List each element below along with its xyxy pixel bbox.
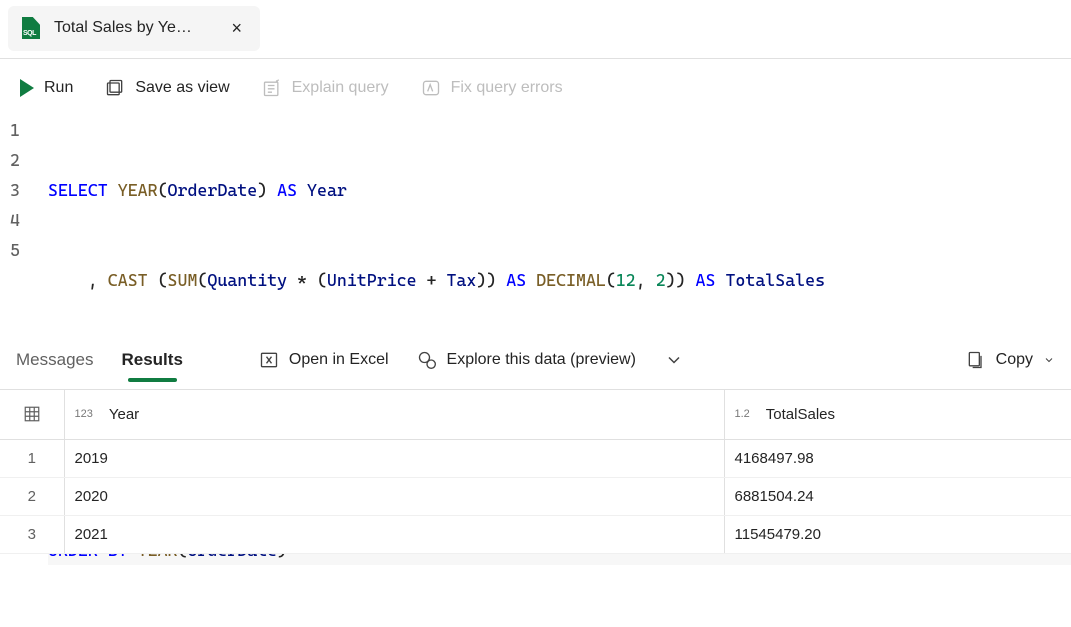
explore-data-button[interactable]: Explore this data (preview) [417, 350, 636, 382]
results-table-wrap: 123 Year 1.2 TotalSales 1 2019 [0, 389, 1071, 555]
results-toolbar: Messages Results Open in Excel Explore t… [0, 331, 1071, 389]
close-tab-button[interactable]: × [227, 16, 246, 41]
results-tab[interactable]: Results [121, 350, 182, 382]
save-as-view-button[interactable]: Save as view [105, 78, 229, 98]
chevron-down-icon [1043, 354, 1055, 366]
copy-label: Copy [996, 351, 1033, 369]
explain-query-button: Explain query [262, 78, 389, 98]
copy-button[interactable]: Copy [966, 350, 1055, 382]
cell-totalsales: 4168497.98 [724, 440, 1071, 478]
column-name: Year [103, 406, 139, 423]
column-name: TotalSales [760, 406, 835, 423]
fix-errors-icon [421, 78, 441, 98]
type-badge: 1.2 [735, 408, 750, 420]
run-button[interactable]: Run [20, 79, 73, 97]
cell-totalsales: 11545479.20 [724, 516, 1071, 554]
cell-year: 2019 [64, 440, 724, 478]
play-icon [20, 79, 34, 97]
query-tab[interactable]: SQL Total Sales by Ye… × [8, 6, 260, 51]
column-header-year[interactable]: 123 Year [64, 390, 724, 440]
row-number: 2 [0, 478, 64, 516]
line-number: 2 [0, 145, 20, 175]
table-row[interactable]: 3 2021 11545479.20 [0, 516, 1071, 554]
explore-icon [417, 350, 437, 370]
table-row[interactable]: 2 2020 6881504.24 [0, 478, 1071, 516]
open-in-excel-button[interactable]: Open in Excel [259, 350, 389, 382]
line-number: 5 [0, 235, 20, 265]
cell-year: 2020 [64, 478, 724, 516]
tab-bar: SQL Total Sales by Ye… × [0, 0, 1071, 56]
row-number: 1 [0, 440, 64, 478]
explain-label: Explain query [292, 79, 389, 97]
sql-file-icon: SQL [22, 17, 44, 39]
cell-year: 2021 [64, 516, 724, 554]
row-number: 3 [0, 516, 64, 554]
query-toolbar: Run Save as view Explain query Fix query… [0, 59, 1071, 113]
explore-label: Explore this data (preview) [447, 351, 636, 369]
chevron-down-icon [664, 350, 684, 370]
grid-icon [23, 405, 41, 423]
code-line: SELECT YEAR(OrderDate) AS Year [48, 175, 1071, 205]
fix-errors-button: Fix query errors [421, 78, 563, 98]
line-number: 3 [0, 175, 20, 205]
table-row[interactable]: 1 2019 4168497.98 [0, 440, 1071, 478]
copy-icon [966, 350, 986, 370]
excel-icon [259, 350, 279, 370]
line-number: 1 [0, 115, 20, 145]
line-number: 4 [0, 205, 20, 235]
explain-icon [262, 78, 282, 98]
save-as-view-label: Save as view [135, 79, 229, 97]
explore-dropdown[interactable] [664, 350, 684, 382]
type-badge: 123 [75, 408, 93, 420]
column-header-totalsales[interactable]: 1.2 TotalSales [724, 390, 1071, 440]
messages-tab[interactable]: Messages [16, 350, 93, 382]
tab-title: Total Sales by Ye… [54, 19, 217, 37]
open-in-excel-label: Open in Excel [289, 351, 389, 369]
fix-errors-label: Fix query errors [451, 79, 563, 97]
cell-totalsales: 6881504.24 [724, 478, 1071, 516]
results-panel: Messages Results Open in Excel Explore t… [0, 330, 1071, 555]
row-number-header[interactable] [0, 390, 64, 440]
results-table: 123 Year 1.2 TotalSales 1 2019 [0, 390, 1071, 555]
code-line: , CAST (SUM(Quantity * (UnitPrice + Tax)… [48, 265, 1071, 295]
save-view-icon [105, 78, 125, 98]
run-label: Run [44, 79, 73, 97]
